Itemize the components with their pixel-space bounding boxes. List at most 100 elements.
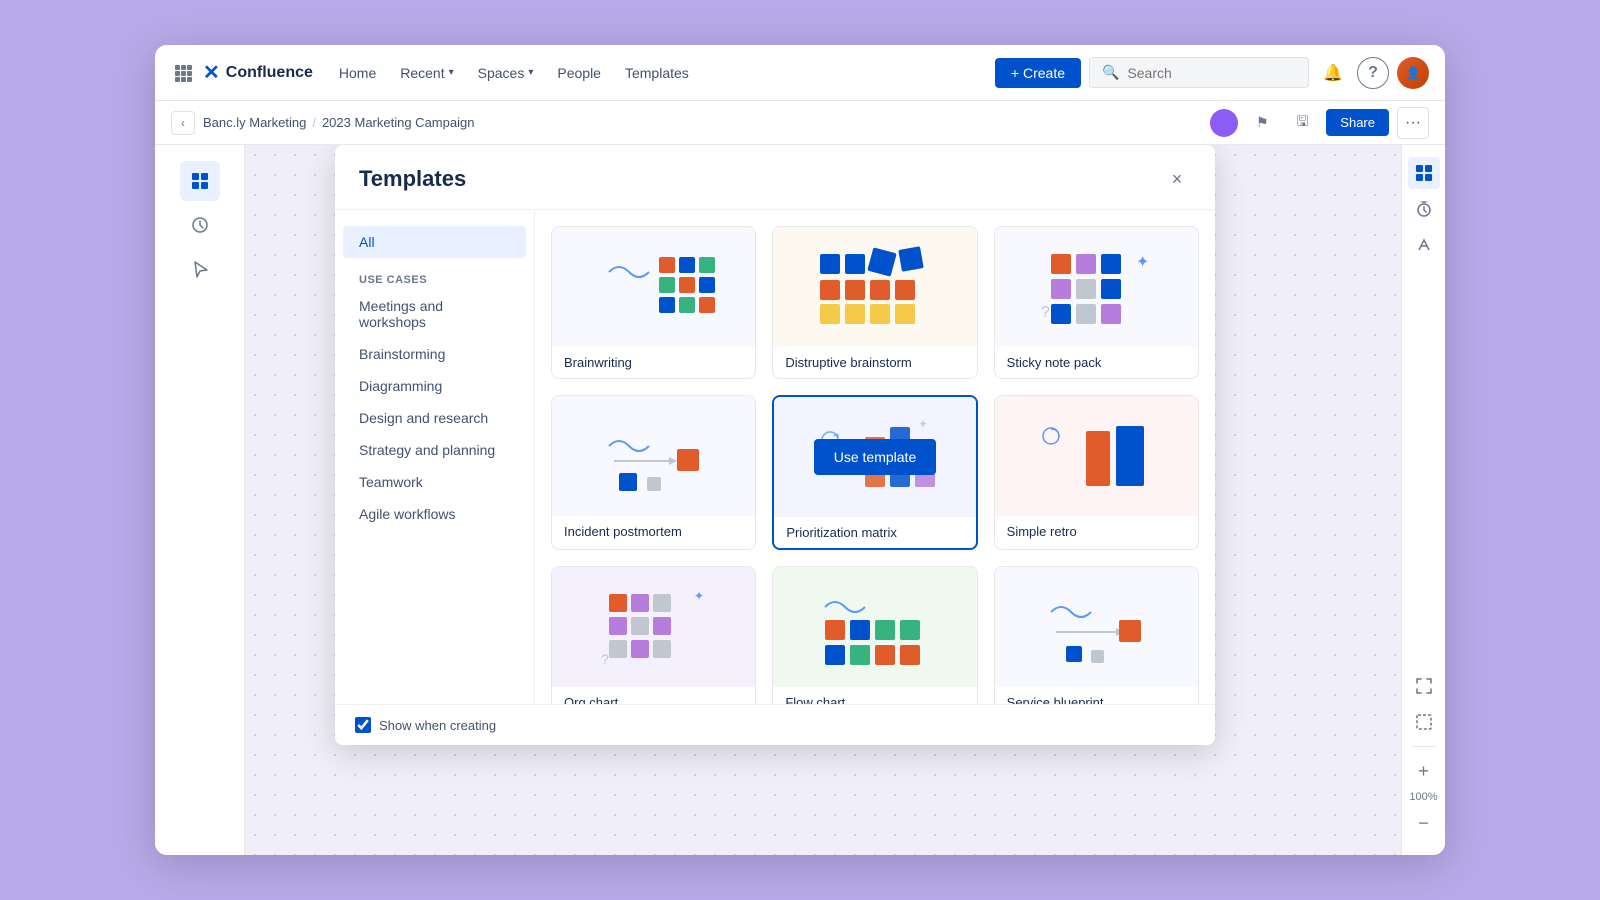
- use-template-overlay: Use template: [774, 397, 975, 517]
- modal-footer: Show when creating: [335, 704, 1215, 745]
- logo-icon: ✕: [203, 60, 220, 85]
- breadcrumb: Banc.ly Marketing / 2023 Marketing Campa…: [203, 115, 474, 130]
- template-name-retro: Simple retro: [995, 516, 1198, 547]
- template-card-brainwriting[interactable]: Brainwriting: [551, 226, 756, 379]
- nav-templates[interactable]: Templates: [615, 59, 699, 87]
- page-settings-icon[interactable]: 🖫: [1286, 107, 1318, 139]
- use-cases-heading: USE CASES: [335, 266, 534, 290]
- fit-to-screen-icon[interactable]: [1408, 670, 1440, 702]
- template-name-distruptive: Distruptive brainstorm: [773, 347, 976, 378]
- template-card-incident[interactable]: Incident postmortem: [551, 395, 756, 550]
- template-thumb-incident: [552, 396, 755, 516]
- use-template-button[interactable]: Use template: [814, 439, 936, 475]
- zoom-out-button[interactable]: −: [1408, 807, 1440, 839]
- sidebar-item-design[interactable]: Design and research: [343, 402, 526, 434]
- templates-modal: Templates × All USE CASES Meetings and w…: [335, 145, 1215, 745]
- svg-text:✦: ✦: [1136, 254, 1149, 271]
- voting-icon[interactable]: [1408, 229, 1440, 261]
- modal-body: All USE CASES Meetings and workshops Bra…: [335, 210, 1215, 704]
- template-card-flow[interactable]: Flow chart: [772, 566, 977, 704]
- template-name-flow: Flow chart: [773, 687, 976, 704]
- right-sidebar-top: [1408, 153, 1440, 666]
- template-name-service: Service blueprint: [995, 687, 1198, 704]
- template-name-org: Org chart: [552, 687, 755, 704]
- breadcrumb-parent[interactable]: 2023 Marketing Campaign: [322, 115, 474, 130]
- svg-text:✦: ✦: [694, 589, 704, 603]
- right-sidebar-bottom: + 100% −: [1408, 670, 1440, 847]
- sidebar-item-strategy[interactable]: Strategy and planning: [343, 434, 526, 466]
- templates-grid: Brainwriting: [551, 226, 1199, 704]
- more-options-button[interactable]: ···: [1397, 107, 1429, 139]
- template-name-incident: Incident postmortem: [552, 516, 755, 547]
- modal-sidebar: All USE CASES Meetings and workshops Bra…: [335, 210, 535, 704]
- create-button[interactable]: + Create: [995, 58, 1081, 88]
- template-card-distruptive[interactable]: Distruptive brainstorm: [772, 226, 977, 379]
- right-sidebar: + 100% −: [1401, 145, 1445, 855]
- template-thumb-org: ✦ ?: [552, 567, 755, 687]
- search-input[interactable]: [1127, 65, 1296, 81]
- template-card-org[interactable]: ✦ ?: [551, 566, 756, 704]
- template-card-service[interactable]: Service blueprint: [994, 566, 1199, 704]
- nav-people[interactable]: People: [547, 59, 611, 87]
- template-thumb-prioritization: ✦: [774, 397, 975, 517]
- modal-header: Templates ×: [335, 145, 1215, 210]
- zoom-in-button[interactable]: +: [1408, 755, 1440, 787]
- recent-chevron-icon: ▾: [449, 67, 454, 78]
- nav-recent[interactable]: Recent ▾: [390, 59, 463, 87]
- share-button[interactable]: Share: [1326, 109, 1389, 136]
- whiteboard-toolbar: [155, 145, 245, 855]
- modal-overlay: Templates × All USE CASES Meetings and w…: [245, 145, 1401, 855]
- templates-tool-icon[interactable]: [180, 161, 220, 201]
- zoom-to-selection-icon[interactable]: [1408, 706, 1440, 738]
- history-tool-icon[interactable]: [180, 205, 220, 245]
- search-icon: 🔍: [1102, 64, 1119, 81]
- modal-title: Templates: [359, 166, 466, 192]
- canvas-area[interactable]: Templates × All USE CASES Meetings and w…: [245, 145, 1401, 855]
- breadcrumb-workspace[interactable]: Banc.ly Marketing: [203, 115, 306, 130]
- template-card-prioritization[interactable]: ✦: [772, 395, 977, 550]
- sidebar-item-teamwork[interactable]: Teamwork: [343, 466, 526, 498]
- template-card-retro[interactable]: Simple retro: [994, 395, 1199, 550]
- page-header: ‹ Banc.ly Marketing / 2023 Marketing Cam…: [155, 101, 1445, 145]
- grid-menu-icon[interactable]: [171, 61, 195, 85]
- show-when-creating-checkbox[interactable]: [355, 717, 371, 733]
- top-navigation: ✕ Confluence Home Recent ▾ Spaces ▾ Peop…: [155, 45, 1445, 101]
- app-logo[interactable]: ✕ Confluence: [203, 60, 313, 85]
- help-icon[interactable]: ?: [1357, 57, 1389, 89]
- template-thumb-flow: [773, 567, 976, 687]
- template-thumb-retro: [995, 396, 1198, 516]
- sidebar-item-diagramming[interactable]: Diagramming: [343, 370, 526, 402]
- svg-text:?: ?: [601, 651, 609, 667]
- template-card-sticky[interactable]: ✦ ?: [994, 226, 1199, 379]
- svg-text:?: ?: [1041, 304, 1050, 321]
- sidebar-item-brainstorming[interactable]: Brainstorming: [343, 338, 526, 370]
- show-when-creating-label[interactable]: Show when creating: [355, 717, 496, 733]
- divider: [1412, 746, 1436, 747]
- cursor-tool-icon[interactable]: [180, 249, 220, 289]
- history-icon[interactable]: ⚑: [1246, 107, 1278, 139]
- table-view-icon[interactable]: [1408, 157, 1440, 189]
- spaces-chevron-icon: ▾: [528, 67, 533, 78]
- nav-right-area: 🔍 🔔 ? 👤: [1089, 57, 1429, 89]
- sidebar-item-meetings[interactable]: Meetings and workshops: [343, 290, 526, 338]
- sidebar-item-all[interactable]: All: [343, 226, 526, 258]
- notifications-icon[interactable]: 🔔: [1317, 57, 1349, 89]
- collaborator-avatar: [1210, 109, 1238, 137]
- template-thumb-sticky: ✦ ?: [995, 227, 1198, 347]
- search-box[interactable]: 🔍: [1089, 57, 1309, 88]
- app-name: Confluence: [226, 64, 313, 82]
- template-name-brainwriting: Brainwriting: [552, 347, 755, 378]
- modal-close-button[interactable]: ×: [1163, 165, 1191, 193]
- sidebar-item-agile[interactable]: Agile workflows: [343, 498, 526, 530]
- timer-icon[interactable]: [1408, 193, 1440, 225]
- template-name-sticky: Sticky note pack: [995, 347, 1198, 378]
- nav-links: Home Recent ▾ Spaces ▾ People Templates: [329, 59, 987, 87]
- template-name-prioritization: Prioritization matrix: [774, 517, 975, 548]
- modal-content: Brainwriting: [535, 210, 1215, 704]
- sidebar-collapse-button[interactable]: ‹: [171, 111, 195, 135]
- template-thumb-distruptive: [773, 227, 976, 347]
- template-thumb-service: [995, 567, 1198, 687]
- nav-spaces[interactable]: Spaces ▾: [468, 59, 544, 87]
- nav-home[interactable]: Home: [329, 59, 386, 87]
- user-avatar[interactable]: 👤: [1397, 57, 1429, 89]
